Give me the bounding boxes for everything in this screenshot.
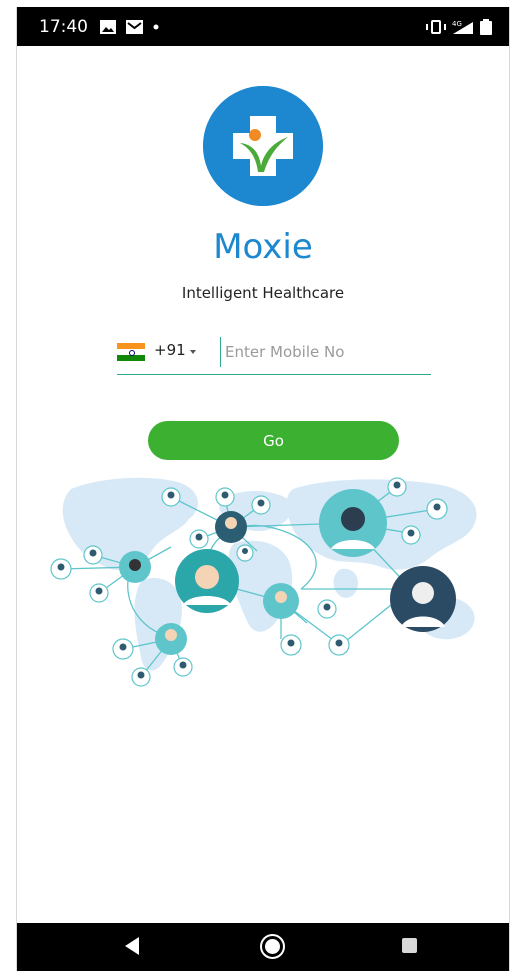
vibrate-icon xyxy=(426,20,446,34)
country-code-selector[interactable]: +91 xyxy=(154,341,186,359)
recents-icon[interactable] xyxy=(402,938,417,953)
mobile-number-row: +91 xyxy=(117,334,431,375)
status-bar: 17:40 4G xyxy=(17,7,509,46)
app-tagline: Intelligent Healthcare xyxy=(181,284,345,302)
signal-icon: 4G xyxy=(452,20,473,34)
mobile-number-input[interactable] xyxy=(220,337,425,367)
chevron-down-icon[interactable] xyxy=(190,350,196,354)
battery-icon xyxy=(480,19,492,35)
navigation-bar xyxy=(17,923,509,971)
back-icon[interactable] xyxy=(125,937,139,955)
go-button[interactable]: Go xyxy=(148,421,399,460)
dot-icon xyxy=(153,24,159,30)
moxie-logo xyxy=(203,86,323,206)
app-title: Moxie xyxy=(213,227,313,267)
phone-screen: 17:40 4G Moxie Intelligent Healthcare +9… xyxy=(16,7,510,971)
india-flag-icon[interactable] xyxy=(117,343,145,361)
image-icon xyxy=(100,20,116,34)
mail-icon xyxy=(126,20,143,34)
home-icon[interactable] xyxy=(260,934,285,959)
healthcare-network-illustration xyxy=(50,477,477,687)
status-time: 17:40 xyxy=(39,17,88,37)
svg-text:4G: 4G xyxy=(452,20,462,28)
